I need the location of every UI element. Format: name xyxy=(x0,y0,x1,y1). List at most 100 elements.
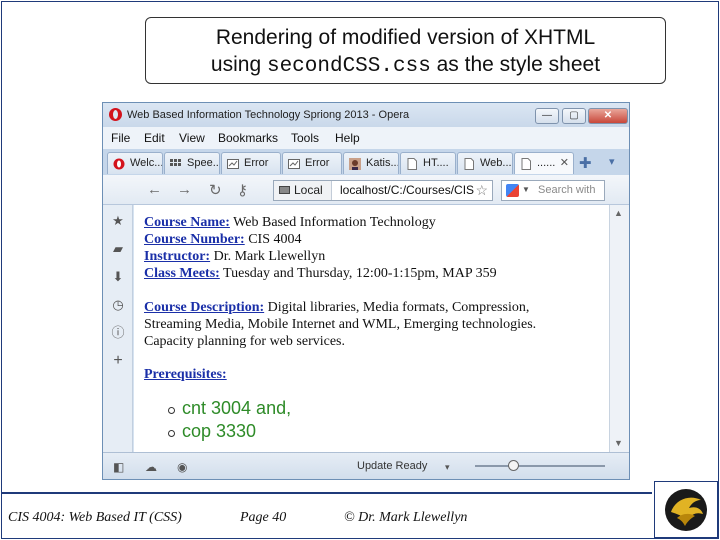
tab-katis[interactable]: Katis... xyxy=(343,152,399,174)
tab-ht[interactable]: HT.... xyxy=(400,152,456,174)
prerequisites-label: Prerequisites: xyxy=(144,367,227,382)
menu-bookmarks[interactable]: Bookmarks xyxy=(218,131,278,145)
tab-error-2[interactable]: Error xyxy=(282,152,342,174)
instructor-value: Dr. Mark Llewellyn xyxy=(210,249,326,264)
close-tab-icon[interactable]: ✕ xyxy=(560,156,569,169)
search-field[interactable]: ▼ Search with xyxy=(501,180,605,201)
tab-label: Welc... xyxy=(130,157,163,169)
page-icon xyxy=(521,158,531,170)
url-text[interactable]: localhost/C:/Courses/CIS xyxy=(340,183,474,197)
course-description-text1: Digital libraries, Media formats, Compre… xyxy=(264,300,530,315)
history-icon[interactable]: ◷ xyxy=(111,298,125,312)
slide-title-code: secondCSS.css xyxy=(266,55,431,78)
notes-icon[interactable]: ▰ xyxy=(111,242,125,256)
page-icon xyxy=(464,158,474,170)
prerequisite-item: cop 3330 xyxy=(182,421,257,441)
tab-label: HT.... xyxy=(423,157,449,169)
local-label: Local xyxy=(294,183,323,197)
status-bar: ◧ ☁ ◉ Update Ready ▾ xyxy=(103,452,629,479)
panel-toggle-icon[interactable]: ◧ xyxy=(113,460,124,474)
profile-photo-icon xyxy=(349,158,361,170)
footer-page-number: Page 40 xyxy=(240,510,287,525)
page-icon xyxy=(407,158,417,170)
tab-menu-chevron-down-icon[interactable]: ▾ xyxy=(609,155,615,168)
opera-icon xyxy=(113,158,125,170)
tab-label: Spee... xyxy=(187,157,220,169)
chevron-down-icon[interactable]: ▾ xyxy=(445,462,450,473)
list-bullet-icon xyxy=(168,430,175,437)
browser-window: Web Based Information Technology Spriong… xyxy=(102,102,630,480)
opera-logo-icon[interactable] xyxy=(109,108,122,121)
add-panel-icon[interactable]: + xyxy=(111,353,125,369)
error-page-icon xyxy=(288,159,300,169)
address-bar[interactable]: Local localhost/C:/Courses/CIS ☆ xyxy=(273,180,493,201)
menu-tools[interactable]: Tools xyxy=(291,131,319,145)
zoom-slider-handle[interactable] xyxy=(508,460,519,471)
error-page-icon xyxy=(227,159,239,169)
chevron-down-icon[interactable]: ▼ xyxy=(522,185,530,194)
tab-label: Error xyxy=(244,157,269,169)
reload-icon[interactable]: ↻ xyxy=(209,181,222,199)
status-text[interactable]: Update Ready xyxy=(357,460,427,472)
slide-footer: CIS 4004: Web Based IT (CSS) Page 40 © D… xyxy=(2,492,652,538)
menu-file[interactable]: File xyxy=(111,131,130,145)
forward-arrow-icon[interactable]: → xyxy=(177,181,192,198)
list-bullet-icon xyxy=(168,407,175,414)
tab-label: Error xyxy=(305,157,330,169)
window-titlebar[interactable]: Web Based Information Technology Spriong… xyxy=(103,103,629,127)
tab-active[interactable]: ...... ✕ xyxy=(514,152,574,174)
tab-web[interactable]: Web... xyxy=(457,152,513,174)
tab-welcome[interactable]: Welc... xyxy=(107,152,163,174)
tab-label: Katis... xyxy=(366,157,399,169)
back-arrow-icon[interactable]: ← xyxy=(147,181,162,198)
maximize-button[interactable]: ▢ xyxy=(562,108,586,124)
tab-label: ...... xyxy=(537,157,556,169)
key-icon[interactable]: ⚷ xyxy=(237,181,248,199)
instructor-label: Instructor: xyxy=(144,249,211,264)
class-meets-value: Tuesday and Thursday, 12:00-1:15pm, MAP … xyxy=(219,266,497,281)
footer-author: © Dr. Mark Llewellyn xyxy=(344,510,468,525)
course-description-line2: Streaming Media, Mobile Internet and WML… xyxy=(144,317,537,332)
course-name-value: Web Based Information Technology xyxy=(229,215,436,230)
bookmarks-star-icon[interactable]: ★ xyxy=(111,214,125,228)
slide-title-line1: Rendering of modified version of XHTML xyxy=(215,26,596,49)
course-description-label: Course Description: xyxy=(144,300,265,315)
local-badge[interactable]: Local xyxy=(274,181,332,200)
course-description-line1: Course Description: Digital libraries, M… xyxy=(144,300,529,316)
scroll-down-icon[interactable]: ▼ xyxy=(614,438,623,448)
menu-edit[interactable]: Edit xyxy=(144,131,165,145)
new-tab-plus-icon[interactable]: ✚ xyxy=(579,154,592,172)
cloud-icon[interactable]: ☁ xyxy=(145,460,157,474)
course-description-line3: Capacity planning for web services. xyxy=(144,334,345,349)
info-icon[interactable]: ⓘ xyxy=(111,326,125,340)
turbo-icon[interactable]: ◉ xyxy=(177,460,187,474)
class-meets-line: Class Meets: Tuesday and Thursday, 12:00… xyxy=(144,266,497,282)
course-number-line: Course Number: CIS 4004 xyxy=(144,232,302,248)
close-button[interactable]: ✕ xyxy=(588,108,628,124)
speed-dial-icon xyxy=(170,159,181,166)
tab-label: Web... xyxy=(480,157,512,169)
scroll-up-icon[interactable]: ▲ xyxy=(614,208,623,218)
tab-speed-dial[interactable]: Spee... xyxy=(164,152,220,174)
menu-help[interactable]: Help xyxy=(335,131,360,145)
google-search-engine-icon[interactable] xyxy=(506,184,519,197)
downloads-icon[interactable]: ⬇ xyxy=(111,270,125,284)
instructor-line: Instructor: Dr. Mark Llewellyn xyxy=(144,249,325,265)
minimize-button[interactable]: — xyxy=(535,108,559,124)
course-name-label: Course Name: xyxy=(144,215,230,230)
menu-view[interactable]: View xyxy=(179,131,205,145)
footer-course: CIS 4004: Web Based IT (CSS) xyxy=(8,510,182,525)
page-content: Course Name: Web Based Information Techn… xyxy=(134,205,609,452)
bookmark-star-icon[interactable]: ☆ xyxy=(475,182,488,199)
pegasus-logo-icon xyxy=(665,489,707,531)
prerequisites-line: Prerequisites: xyxy=(144,367,227,383)
menu-bar: File Edit View Bookmarks Tools Help xyxy=(103,127,629,149)
zoom-slider[interactable] xyxy=(475,465,605,467)
class-meets-label: Class Meets: xyxy=(144,266,220,281)
prerequisite-item: cnt 3004 and, xyxy=(182,398,292,418)
slide-title-line2: using secondCSS.css as the style sheet xyxy=(146,51,665,80)
vertical-scrollbar[interactable]: ▲ ▼ xyxy=(609,205,629,452)
tab-error-1[interactable]: Error xyxy=(221,152,281,174)
slide-title-rest: as the style sheet xyxy=(430,53,601,76)
course-number-value: CIS 4004 xyxy=(244,232,302,247)
